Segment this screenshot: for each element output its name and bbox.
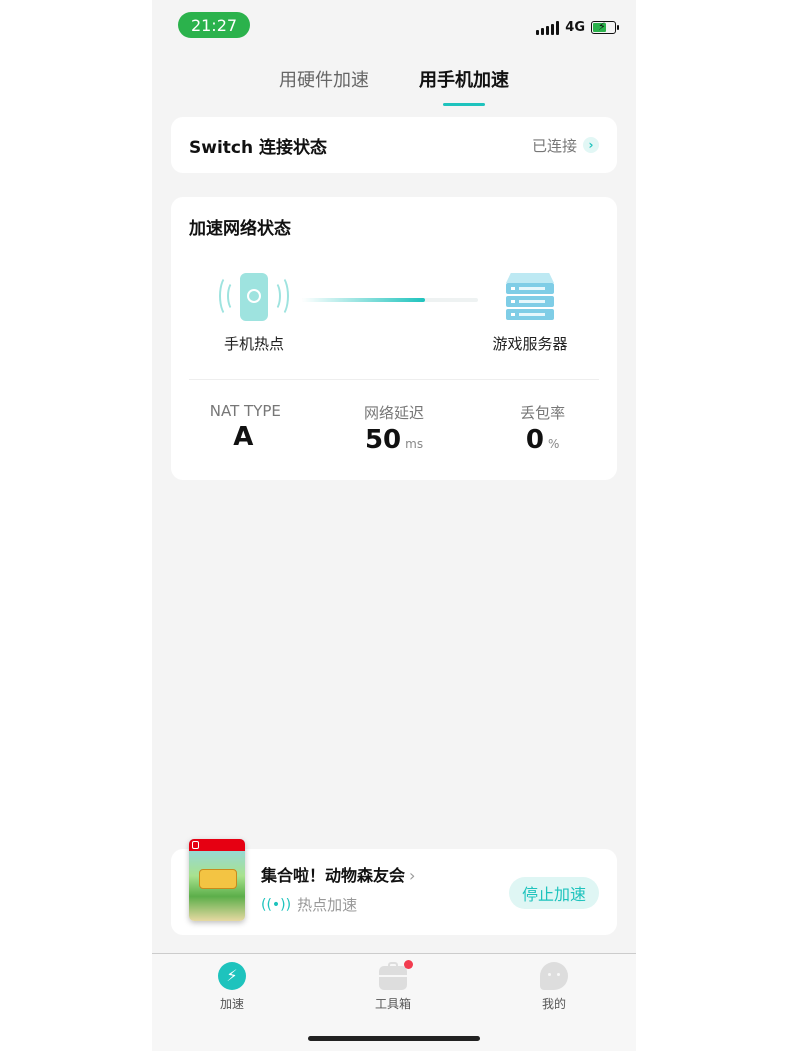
hotspot-label: 手机热点	[223, 335, 284, 353]
battery-icon: ⚡	[591, 20, 619, 34]
stat-packet-loss: 丢包率 0%	[520, 404, 566, 455]
home-indicator[interactable]	[308, 1036, 480, 1041]
server-label: 游戏服务器	[492, 335, 568, 353]
stop-acceleration-button[interactable]: 停止加速	[509, 877, 599, 909]
divider	[189, 379, 599, 380]
tab-phone-acceleration[interactable]: 用手机加速	[419, 66, 509, 106]
network-stats: NAT TYPE A 网络延迟 50 ms 丢包率 0%	[171, 402, 617, 455]
game-title[interactable]: 集合啦！动物森友会 ›	[261, 862, 415, 886]
status-indicators: 4G ⚡	[536, 20, 619, 35]
acceleration-mode: ((•)) 热点加速	[261, 896, 358, 914]
network-status-title: 加速网络状态	[189, 219, 291, 239]
network-status-card: 加速网络状态 手机热点 游戏服务器 NAT TYPE A 网络延迟 50 ms …	[171, 197, 617, 480]
network-type: 4G	[565, 20, 585, 35]
status-time: 21:27	[178, 12, 250, 38]
switch-connection-card[interactable]: Switch 连接状态 已连接 ›	[171, 117, 617, 173]
game-cover-image[interactable]	[189, 839, 245, 921]
server-node: 游戏服务器	[485, 269, 575, 354]
nav-item-toolbox[interactable]: 工具箱	[353, 960, 433, 1012]
mode-tabs: 用硬件加速 用手机加速	[152, 66, 636, 106]
switch-connection-status: 已连接 ›	[532, 135, 599, 156]
toolbox-icon	[379, 960, 413, 990]
server-icon	[485, 269, 575, 325]
chevron-right-icon: ›	[583, 137, 599, 153]
hotspot-signal-icon: ((•))	[261, 896, 292, 913]
phone-hotspot-icon	[209, 269, 299, 325]
connection-link	[302, 298, 478, 302]
current-game-card[interactable]: 集合啦！动物森友会 › ((•)) 热点加速 停止加速	[171, 839, 617, 935]
signal-icon	[536, 20, 560, 35]
stat-nat-type: NAT TYPE A	[209, 402, 281, 452]
notification-badge	[404, 960, 413, 969]
stat-latency: 网络延迟 50 ms	[364, 404, 425, 455]
phone-screen: 21:27 4G ⚡ 用硬件加速 用手机加速 Switch 连接状态 已连接 ›…	[152, 0, 636, 1051]
tab-hardware-acceleration[interactable]: 用硬件加速	[279, 66, 369, 106]
nav-item-profile[interactable]: 我的	[514, 962, 594, 1012]
nav-item-accelerate[interactable]: ⚡ 加速	[192, 962, 272, 1012]
connection-link-progress	[302, 298, 426, 302]
chevron-right-icon: ›	[409, 866, 416, 885]
hotspot-node: 手机热点	[209, 269, 299, 354]
connection-status-text: 已连接	[531, 136, 577, 155]
bolt-icon: ⚡	[218, 962, 246, 990]
profile-icon	[540, 962, 568, 990]
switch-connection-title: Switch 连接状态	[189, 137, 328, 158]
